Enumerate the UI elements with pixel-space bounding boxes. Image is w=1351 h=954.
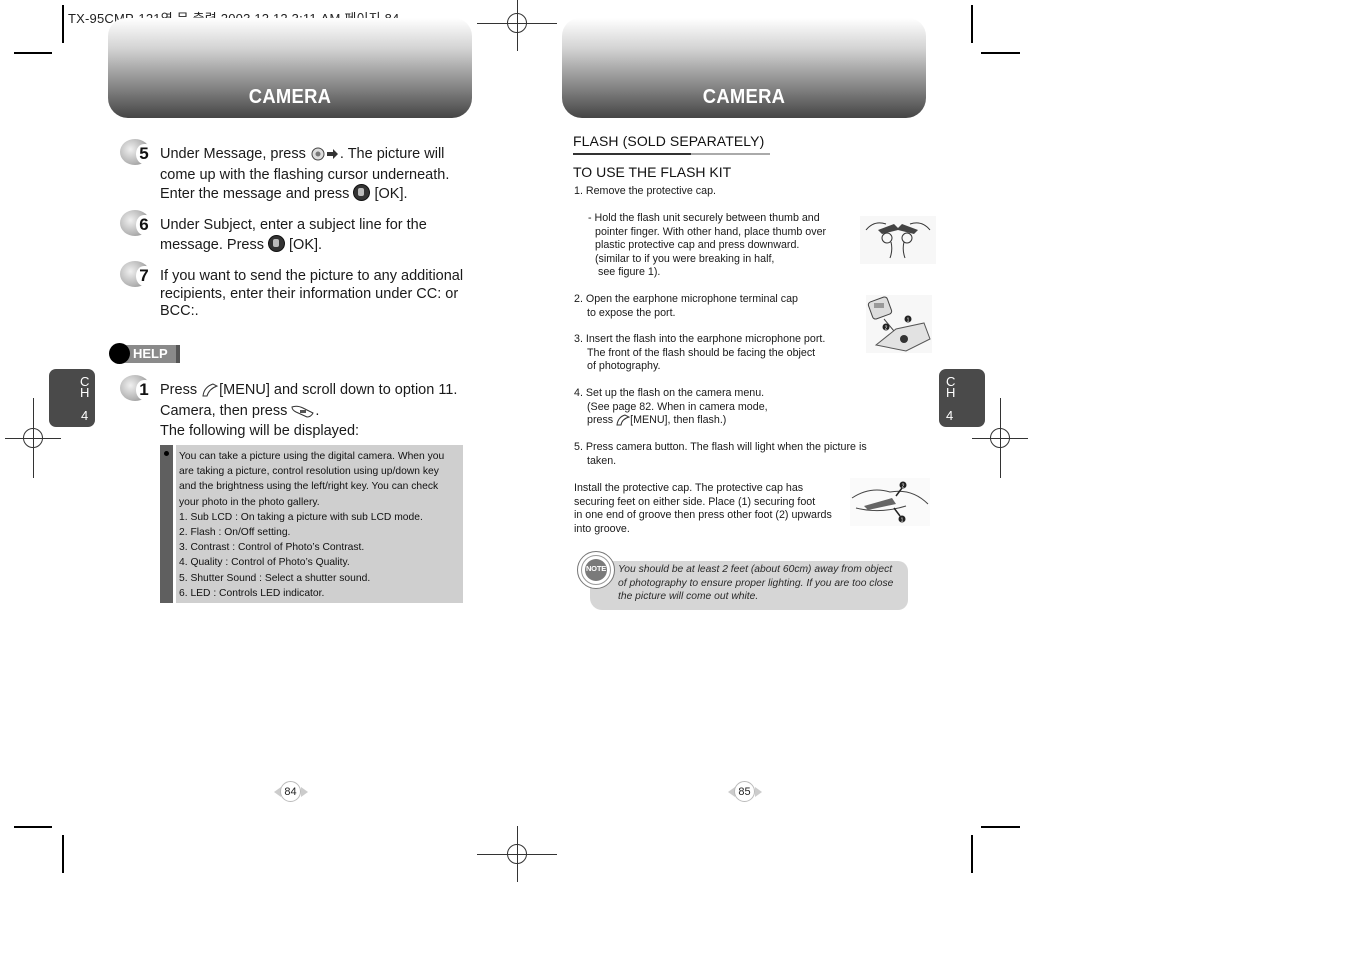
banner-title: CAMERA	[248, 86, 332, 108]
info-box-sidebar	[160, 445, 173, 603]
menu-key-icon	[616, 414, 631, 431]
section-underline	[573, 153, 770, 155]
flash-step-1-detail: - Hold the flash unit securely between t…	[588, 212, 827, 279]
help-dot-icon	[109, 343, 130, 364]
svg-text:2: 2	[885, 326, 888, 332]
svg-text:1: 1	[907, 318, 910, 324]
step-badge-5: 5	[120, 139, 154, 167]
flash-device-illustration-icon: 1 2	[867, 296, 931, 352]
ok-key-icon	[268, 234, 285, 252]
step-badge-7: 7	[120, 261, 154, 289]
crop-mark	[971, 5, 973, 43]
crop-mark	[14, 52, 52, 54]
chapter-tab-right: C H 4	[939, 369, 985, 427]
menu-key-icon	[201, 383, 219, 403]
left-page-banner: CAMERA	[108, 18, 472, 118]
ok-key-icon	[353, 184, 371, 201]
chapter-h: H	[80, 385, 90, 400]
note-text: You should be at least 2 feet (about 60c…	[618, 564, 894, 603]
chapter-tab-left: C H 4	[49, 369, 95, 427]
step-7-text: If you want to send the picture to any a…	[160, 268, 464, 319]
crop-mark	[971, 835, 973, 873]
step-5-text: Under Message, press . The picture will …	[160, 146, 450, 202]
step-badge-6: 6	[120, 210, 154, 238]
registration-mark-bottom	[477, 826, 557, 882]
flash-step-1: 1. Remove the protective cap.	[574, 185, 716, 197]
install-cap-text: Install the protective cap. The protecti…	[574, 482, 832, 535]
right-page-banner: CAMERA	[562, 18, 926, 118]
figure-insert-flash: 1 2	[866, 295, 932, 353]
page-number-right: 85	[728, 781, 762, 803]
flash-step-3: 3. Insert the flash into the earphone mi…	[574, 333, 826, 373]
chapter-h: H	[946, 385, 956, 400]
registration-mark-right	[972, 398, 1028, 478]
figure-hands-remove-cap	[860, 216, 936, 264]
chapter-number: 4	[81, 408, 89, 423]
subsection-title: TO USE THE FLASH KIT	[573, 164, 732, 180]
registration-mark-left	[5, 398, 61, 478]
navigation-key-icon	[310, 147, 340, 167]
crop-mark	[62, 5, 64, 43]
crop-mark	[14, 826, 52, 828]
crop-mark	[981, 52, 1020, 54]
camera-key-icon	[291, 404, 315, 424]
step-badge-1: 1	[120, 375, 154, 403]
banner-title: CAMERA	[702, 86, 786, 108]
chapter-number: 4	[946, 408, 954, 423]
flash-step-4: 4. Set up the flash on the camera menu. …	[574, 387, 768, 431]
step-6-text: Under Subject, enter a subject line for …	[160, 217, 427, 253]
section-title: FLASH (SOLD SEPARATELY)	[573, 133, 765, 149]
install-cap-illustration-icon: 2 1	[851, 481, 929, 524]
svg-text:2: 2	[902, 484, 905, 490]
hands-illustration-icon	[865, 222, 931, 259]
figure-install-cap: 2 1	[850, 478, 930, 526]
help-badge: HELP	[109, 343, 180, 365]
help-step-1-text: Press [MENU] and scroll down to option 1…	[160, 382, 458, 439]
registration-mark-top	[477, 0, 557, 51]
flash-step-2: 2. Open the earphone microphone terminal…	[574, 293, 798, 319]
camera-info-box: You can take a picture using the digital…	[176, 445, 463, 603]
crop-mark	[981, 826, 1020, 828]
page-number-left: 84	[274, 781, 308, 803]
crop-mark	[62, 835, 64, 873]
svg-text:1: 1	[901, 518, 904, 524]
bullet-icon	[164, 451, 169, 456]
flash-step-5: 5. Press camera button. The flash will l…	[574, 441, 867, 467]
note-icon: NOTE	[577, 551, 615, 589]
